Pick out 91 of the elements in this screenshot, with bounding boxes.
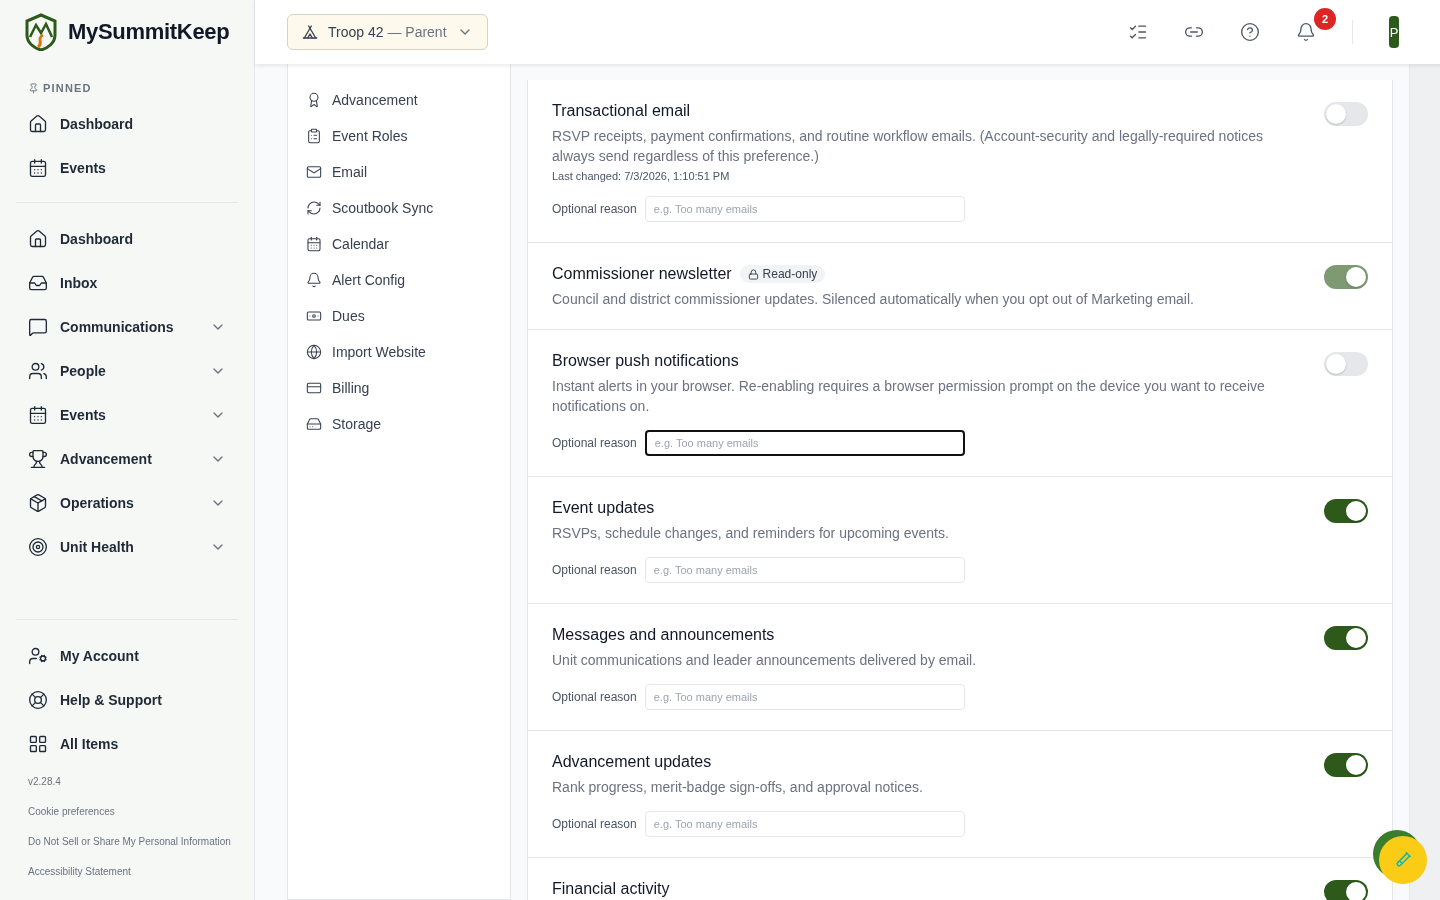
card-icon bbox=[306, 380, 322, 396]
preference-description: Instant alerts in your browser. Re-enabling requires a browser permission prompt on the device you want to receive notifications on. bbox=[552, 377, 1266, 416]
settings-nav-item[interactable]: Scoutbook Sync bbox=[304, 190, 494, 226]
toggle-switch[interactable] bbox=[1324, 753, 1368, 777]
chat-icon bbox=[28, 317, 48, 337]
toggle-switch[interactable] bbox=[1324, 102, 1368, 126]
user-gear-icon bbox=[28, 646, 48, 666]
footer-link[interactable]: Accessibility Statement bbox=[16, 856, 238, 886]
nav-item[interactable]: Events bbox=[16, 146, 238, 190]
preference-title: Advancement updates bbox=[552, 753, 712, 771]
clipboard-icon bbox=[306, 128, 322, 144]
notifications-icon[interactable] bbox=[1296, 22, 1316, 42]
calendar-icon bbox=[28, 158, 48, 178]
preference-description: RSVP receipts, payment confirmations, and routine workflow emails. (Account-security and legally-required notices always send regardless of this preference.) bbox=[552, 127, 1264, 166]
target-icon bbox=[28, 537, 48, 557]
toggle-switch[interactable] bbox=[1324, 880, 1368, 900]
version-text: v2.28.4 bbox=[27, 774, 62, 789]
settings-nav-item[interactable]: Dues bbox=[304, 298, 494, 334]
ribbon-icon bbox=[306, 92, 322, 108]
reason-label: Optional reason bbox=[552, 436, 637, 450]
scrollbar-track[interactable] bbox=[1409, 64, 1440, 900]
unit-selector[interactable]: Troop 42 — Parent bbox=[287, 14, 488, 50]
footer-link[interactable]: Cookie preferences bbox=[16, 796, 238, 826]
nav-item[interactable]: My Account bbox=[16, 634, 238, 678]
people-icon bbox=[28, 361, 48, 381]
nav-item[interactable]: Help & Support bbox=[16, 678, 238, 722]
nav-item[interactable]: Events bbox=[16, 393, 238, 437]
preference-title: Event updates bbox=[552, 499, 655, 517]
preference-title: Messages and announcements bbox=[552, 626, 775, 644]
tent-icon bbox=[302, 24, 318, 40]
preference-description: Council and district commissioner updates. Silenced automatically when you opt out of Marketing email. bbox=[552, 290, 1195, 309]
preference-title: Commissioner newsletter bbox=[552, 265, 732, 283]
toggle-switch[interactable] bbox=[1324, 352, 1368, 376]
inbox-icon bbox=[28, 273, 48, 293]
pin-icon bbox=[28, 82, 39, 94]
bell-icon bbox=[306, 272, 322, 288]
settings-nav-item[interactable]: Alert Config bbox=[304, 262, 494, 298]
settings-nav-item[interactable]: Calendar bbox=[304, 226, 494, 262]
preference-description: Rank progress, merit-badge sign-offs, and approval notices. bbox=[552, 778, 924, 797]
box-icon bbox=[28, 493, 48, 513]
nav-item[interactable]: Operations bbox=[16, 481, 238, 525]
toggle-switch[interactable] bbox=[1324, 265, 1368, 289]
last-changed-text: Last changed: 7/3/2026, 1:10:51 PM bbox=[552, 170, 731, 182]
read-only-badge: Read-only bbox=[739, 265, 826, 283]
avatar[interactable]: P bbox=[1389, 16, 1399, 48]
footer-link[interactable]: Do Not Sell or Share My Personal Information bbox=[16, 826, 238, 856]
toggle-switch[interactable] bbox=[1324, 499, 1368, 523]
grid-icon bbox=[28, 734, 48, 754]
notification-badge: 2 bbox=[1314, 8, 1336, 30]
preference-title: Browser push notifications bbox=[552, 352, 739, 370]
calendar-icon bbox=[306, 236, 322, 252]
checklist-icon[interactable] bbox=[1128, 22, 1148, 42]
settings-nav-item[interactable]: Storage bbox=[304, 406, 494, 442]
nav-item[interactable]: Inbox bbox=[16, 261, 238, 305]
lifebuoy-icon bbox=[28, 690, 48, 710]
preference-title: Financial activity bbox=[552, 880, 670, 898]
drive-icon bbox=[306, 416, 322, 432]
pinned-label: PINNED bbox=[43, 82, 92, 94]
settings-nav-item[interactable]: Billing bbox=[304, 370, 494, 406]
reason-label: Optional reason bbox=[552, 563, 637, 577]
reason-label: Optional reason bbox=[552, 202, 637, 216]
settings-nav-item[interactable]: Email bbox=[304, 154, 494, 190]
globe-icon bbox=[306, 344, 322, 360]
house-icon bbox=[28, 229, 48, 249]
settings-nav-item[interactable]: Import Website bbox=[304, 334, 494, 370]
nav-item[interactable]: Dashboard bbox=[16, 217, 238, 261]
reason-label: Optional reason bbox=[552, 690, 637, 704]
brand-name: MySummitKeep bbox=[68, 19, 230, 45]
preference-description: Unit communications and leader announcements delivered by email. bbox=[552, 651, 978, 670]
help-icon[interactable] bbox=[1240, 22, 1260, 42]
reason-field[interactable]: e.g. Too many emails bbox=[644, 430, 965, 456]
nav-item[interactable]: Dashboard bbox=[16, 102, 238, 146]
nav-item[interactable]: All Items bbox=[16, 722, 238, 766]
settings-nav-item[interactable]: Advancement bbox=[304, 82, 494, 118]
preference-title: Transactional email bbox=[552, 102, 691, 120]
mail-icon bbox=[306, 164, 322, 180]
nav-item[interactable]: People bbox=[16, 349, 238, 393]
logo-icon bbox=[24, 13, 58, 51]
nav-item[interactable]: Advancement bbox=[16, 437, 238, 481]
house-icon bbox=[28, 114, 48, 134]
toggle-switch[interactable] bbox=[1324, 626, 1368, 650]
nav-item[interactable]: Communications bbox=[16, 305, 238, 349]
refresh-icon bbox=[306, 200, 322, 216]
lock-icon bbox=[747, 268, 759, 280]
calendar-icon bbox=[28, 405, 48, 425]
preference-description: RSVPs, schedule changes, and reminders for upcoming events. bbox=[552, 524, 950, 543]
banknote-icon bbox=[306, 308, 322, 324]
nav-item[interactable]: Unit Health bbox=[16, 525, 238, 569]
trophy-icon bbox=[28, 449, 48, 469]
settings-nav-item[interactable]: Event Roles bbox=[304, 118, 494, 154]
reason-label: Optional reason bbox=[552, 817, 637, 831]
